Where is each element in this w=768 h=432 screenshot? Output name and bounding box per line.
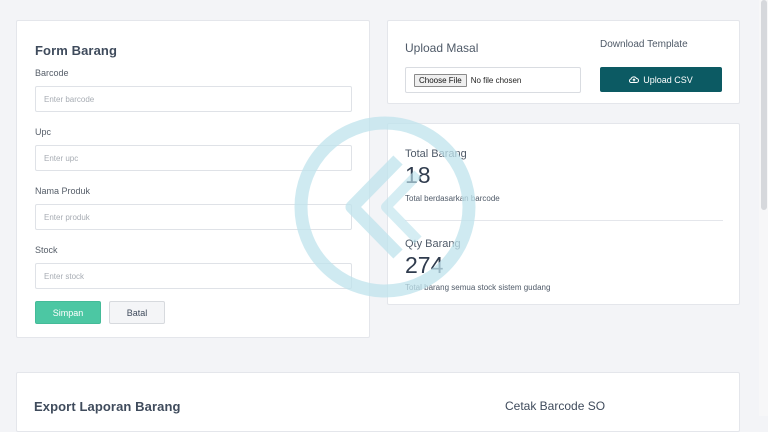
upload-masal-card: Upload Masal Download Template Choose Fi… [387,20,740,104]
qty-barang-desc: Total barang semua stock sistem gudang [405,283,551,292]
batal-button[interactable]: Batal [109,301,165,324]
form-barang-title: Form Barang [35,43,118,58]
qty-barang-value: 274 [405,252,444,278]
upload-masal-title: Upload Masal [405,41,479,55]
upc-input[interactable] [35,145,352,171]
stats-card: Total Barang 18 Total berdasarkan barcod… [387,123,740,305]
stats-divider [405,220,723,221]
form-barang-card: Form Barang Barcode Upc Nama Produk Stoc… [16,20,370,338]
nama-produk-input[interactable] [35,204,352,230]
upload-csv-button[interactable]: Upload CSV [600,67,722,92]
barcode-label: Barcode [35,68,69,78]
page-scrollbar[interactable] [759,0,768,416]
no-file-chosen-text: No file chosen [470,75,522,85]
file-input[interactable]: Choose File No file chosen [405,67,581,93]
total-barang-label: Total Barang [405,148,467,160]
upc-label: Upc [35,127,52,137]
qty-barang-label: Qty Barang [405,238,461,250]
download-template-link[interactable]: Download Template [600,39,688,50]
export-laporan-card: Export Laporan Barang Cetak Barcode SO [16,372,740,432]
total-barang-desc: Total berdasarkan barcode [405,194,500,203]
form-actions: Simpan Batal [35,301,351,324]
nama-produk-label: Nama Produk [35,186,91,196]
upload-csv-label: Upload CSV [643,74,693,85]
barcode-input[interactable] [35,86,352,112]
cetak-barcode-title: Cetak Barcode SO [505,399,606,413]
simpan-button[interactable]: Simpan [35,301,101,324]
stock-input[interactable] [35,263,352,289]
page-scrollbar-thumb[interactable] [761,0,767,210]
choose-file-button[interactable]: Choose File [414,73,467,87]
total-barang-value: 18 [405,162,431,188]
cloud-upload-icon [629,76,640,83]
stock-label: Stock [35,245,58,255]
export-laporan-title: Export Laporan Barang [34,399,181,414]
